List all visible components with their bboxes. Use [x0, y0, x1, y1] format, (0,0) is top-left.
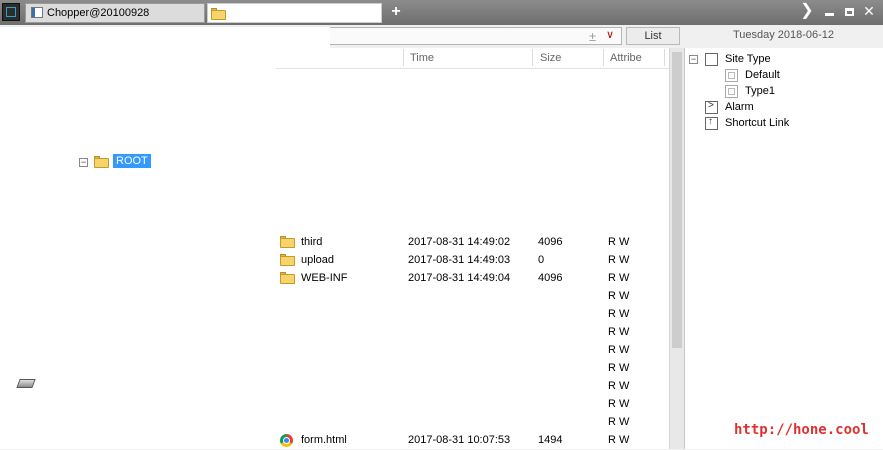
column-attribe[interactable]: Attribe	[610, 52, 642, 64]
minimize-button[interactable]	[822, 2, 836, 20]
maximize-button[interactable]	[842, 2, 856, 20]
file-attr: R W	[608, 434, 630, 446]
column-separator[interactable]	[603, 49, 604, 66]
site-type-icon	[705, 53, 718, 66]
folder-icon	[280, 254, 295, 266]
table-row[interactable]: R W	[276, 342, 669, 360]
file-attr: R W	[608, 362, 630, 374]
file-size: 4096	[538, 272, 563, 284]
tab-active[interactable]	[207, 3, 382, 23]
page-icon	[725, 85, 738, 98]
new-tab-button[interactable]: +	[389, 2, 403, 22]
table-row[interactable]: form.html 2017-08-31 10:07:53 1494 R W	[276, 432, 669, 450]
site-panel: − Site Type Default Type1 Alarm Shortcut…	[684, 48, 883, 449]
folder-icon	[280, 236, 295, 248]
file-attr: R W	[608, 254, 630, 266]
column-size[interactable]: Size	[540, 52, 561, 64]
file-name: upload	[301, 254, 335, 266]
file-attr: R W	[608, 380, 630, 392]
folder-icon	[280, 272, 295, 284]
scrollbar-thumb[interactable]	[672, 52, 682, 348]
collapse-icon[interactable]: −	[79, 158, 88, 167]
file-attr: R W	[608, 272, 630, 284]
table-row[interactable]: R W	[276, 306, 669, 324]
file-time: 2017-08-31 14:49:02	[408, 236, 511, 248]
file-attr: R W	[608, 308, 630, 320]
file-size: 1494	[538, 434, 563, 446]
dropdown-icon[interactable]: ∨	[606, 28, 614, 41]
close-button[interactable]: ✕	[861, 2, 877, 20]
tree-item-label: Default	[745, 69, 780, 81]
plus-minus-icon[interactable]: ±	[589, 29, 596, 44]
vertical-scrollbar[interactable]	[669, 48, 684, 449]
file-list: Time Size Attribe third 2017-08-31 14:49:…	[276, 48, 669, 449]
window-icon	[31, 7, 43, 18]
table-row[interactable]: R W	[276, 324, 669, 342]
date-label: Tuesday 2018-06-12	[732, 29, 835, 41]
list-button[interactable]: List	[626, 27, 680, 45]
file-attr: R W	[608, 398, 630, 410]
file-time: 2017-08-31 14:49:03	[408, 254, 511, 266]
table-row[interactable]: R W	[276, 396, 669, 414]
folder-icon	[94, 156, 109, 168]
chevron-right-icon[interactable]: ❯	[800, 2, 814, 20]
column-time[interactable]: Time	[410, 52, 434, 64]
title-bar: Chopper@20100928 + ❯ ✕	[0, 0, 883, 25]
directory-tree: − ROOT	[0, 64, 276, 449]
tree-node-label[interactable]: ROOT	[113, 154, 151, 168]
column-separator[interactable]	[664, 49, 665, 66]
table-row[interactable]: third 2017-08-31 14:49:02 4096 R W	[276, 234, 669, 252]
file-attr: R W	[608, 344, 630, 356]
file-attr: R W	[608, 290, 630, 302]
table-row[interactable]: R W	[276, 360, 669, 378]
tab-label: Chopper@20100928	[47, 7, 150, 19]
shortcut-icon	[705, 116, 718, 130]
column-header: Time Size Attribe	[276, 48, 669, 69]
file-name: WEB-INF	[301, 272, 348, 284]
collapse-icon[interactable]: −	[689, 55, 698, 64]
tree-item-label: Type1	[745, 85, 775, 97]
tree-item-label: Shortcut Link	[725, 117, 790, 129]
tab-chopper[interactable]: Chopper@20100928	[25, 3, 205, 23]
file-name: form.html	[301, 434, 347, 446]
alarm-icon	[705, 100, 718, 114]
page-icon	[725, 69, 738, 82]
file-attr: R W	[608, 326, 630, 338]
file-size: 0	[538, 254, 545, 266]
folder-icon	[211, 8, 226, 20]
file-time: 2017-08-31 14:49:04	[408, 272, 511, 284]
site-type-label: Site Type	[725, 53, 771, 65]
column-separator[interactable]	[532, 49, 533, 66]
watermark: http://hone.cool	[734, 422, 869, 438]
file-size: 4096	[538, 236, 563, 248]
drive-icon[interactable]	[16, 379, 36, 388]
chrome-icon	[280, 434, 293, 447]
file-attr: R W	[608, 416, 630, 428]
tree-item-label: Alarm	[725, 101, 754, 113]
file-time: 2017-08-31 10:07:53	[408, 434, 511, 446]
app-icon[interactable]	[2, 3, 20, 21]
table-row[interactable]: upload 2017-08-31 14:49:03 0 R W	[276, 252, 669, 270]
table-row[interactable]: WEB-INF 2017-08-31 14:49:04 4096 R W	[276, 270, 669, 288]
table-row[interactable]: R W	[276, 414, 669, 432]
column-separator[interactable]	[403, 49, 404, 66]
file-name: third	[301, 236, 323, 248]
file-attr: R W	[608, 236, 630, 248]
table-row[interactable]: R W	[276, 288, 669, 306]
table-row[interactable]: R W	[276, 378, 669, 396]
